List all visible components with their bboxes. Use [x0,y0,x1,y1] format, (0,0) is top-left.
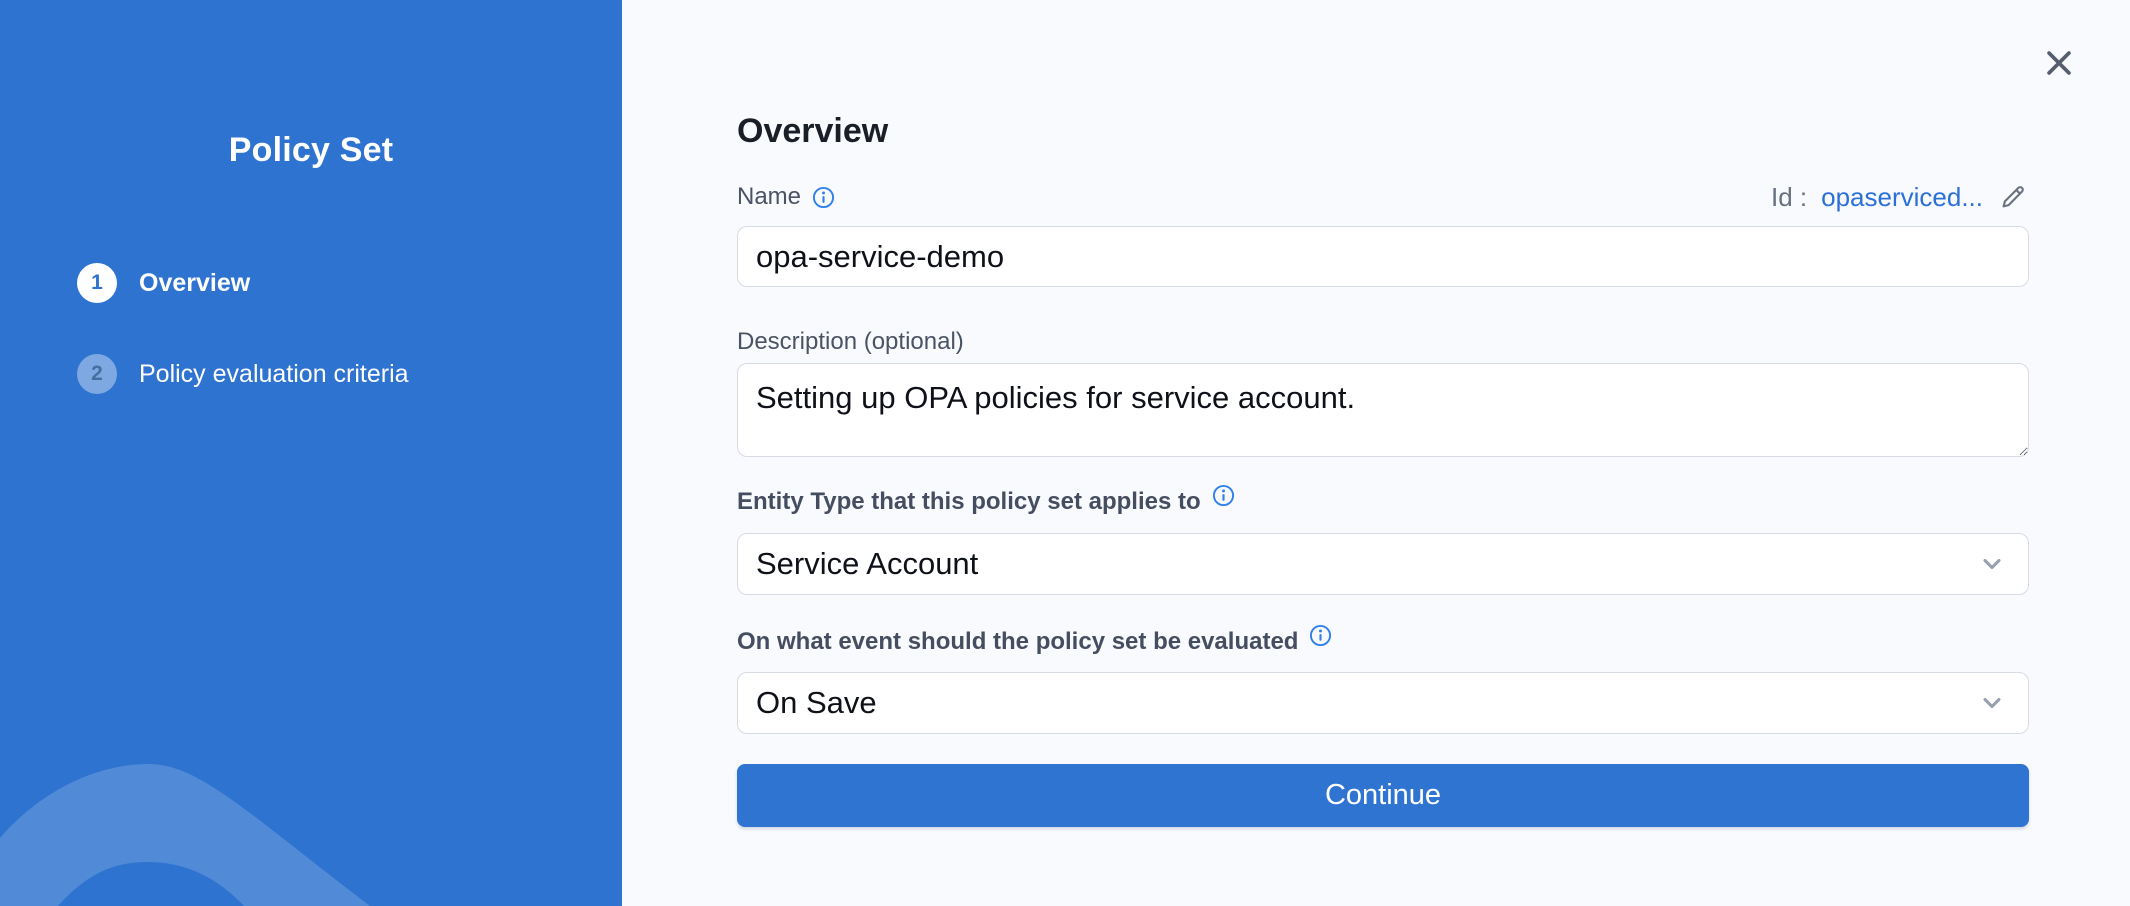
entity-type-select[interactable]: Service Account [737,533,2029,595]
step-2-badge: 2 [77,354,117,394]
wave-decoration [0,736,622,906]
policy-set-modal: Policy Set 1 Overview 2 Policy evaluatio… [0,0,2130,906]
step-overview[interactable]: 1 Overview [77,263,409,303]
info-icon[interactable] [1309,624,1332,647]
id-prefix: Id : [1771,182,1807,213]
chevron-down-icon [1978,550,2006,578]
edit-pencil-icon [1998,182,2028,212]
form-content: Overview Name Id : opaserviced... [737,0,2029,906]
step-1-label: Overview [139,269,250,298]
name-label-text: Name [737,183,801,211]
step-policy-evaluation-criteria[interactable]: 2 Policy evaluation criteria [77,354,409,394]
sidebar: Policy Set 1 Overview 2 Policy evaluatio… [0,0,622,906]
entity-type-label: Entity Type that this policy set applies… [737,488,1235,516]
step-2-label: Policy evaluation criteria [139,360,409,389]
name-label: Name [737,183,835,211]
entity-type-selected-value: Service Account [756,546,978,582]
edit-id-button[interactable] [1997,181,2029,213]
description-label-row: Description (optional) [737,328,2029,356]
info-icon[interactable] [1212,484,1235,507]
overview-panel: Overview Name Id : opaserviced... [622,0,2130,906]
sidebar-title: Policy Set [0,131,622,170]
evaluation-event-label-row: On what event should the policy set be e… [737,628,2029,656]
close-button[interactable] [2040,44,2078,82]
evaluation-event-select[interactable]: On Save [737,672,2029,734]
description-label: Description (optional) [737,328,964,356]
close-icon [2042,46,2076,80]
evaluation-event-label: On what event should the policy set be e… [737,628,1332,656]
chevron-down-icon [1978,689,2006,717]
id-display: Id : opaserviced... [1771,181,2029,213]
name-label-row: Name Id : opaserviced... [737,181,2029,213]
description-textarea[interactable]: Setting up OPA policies for service acco… [737,363,2029,457]
info-icon[interactable] [812,186,835,209]
continue-button[interactable]: Continue [737,764,2029,827]
page-title: Overview [737,112,888,151]
step-list: 1 Overview 2 Policy evaluation criteria [77,263,409,394]
id-value-link[interactable]: opaserviced... [1821,182,1983,213]
entity-type-label-text: Entity Type that this policy set applies… [737,488,1201,516]
name-input[interactable] [737,226,2029,287]
step-1-badge: 1 [77,263,117,303]
entity-type-label-row: Entity Type that this policy set applies… [737,488,2029,516]
evaluation-event-selected-value: On Save [756,685,877,721]
evaluation-event-label-text: On what event should the policy set be e… [737,628,1298,656]
